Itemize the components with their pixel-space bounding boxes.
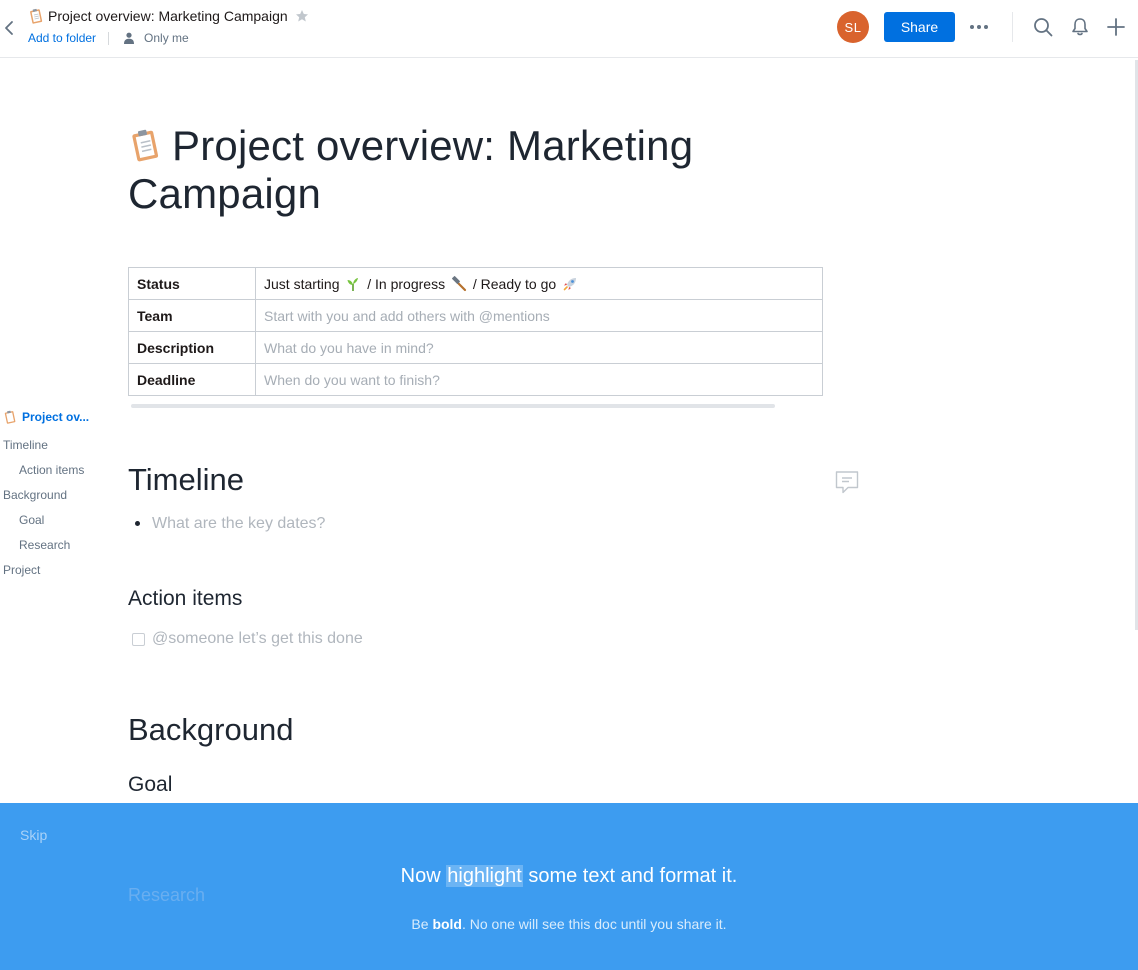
add-to-folder-link[interactable]: Add to folder: [28, 31, 96, 45]
bell-icon[interactable]: [1070, 17, 1090, 37]
table-cell-key[interactable]: Deadline: [128, 363, 256, 396]
message-text: some text and format it.: [528, 865, 738, 887]
page-title[interactable]: Project overview: Marketing Campaign: [128, 122, 828, 218]
search-icon[interactable]: [1033, 17, 1053, 37]
table-cell-key[interactable]: Team: [128, 299, 256, 332]
person-icon: [124, 32, 135, 44]
onboarding-message: Now highlight some text and format it.: [0, 865, 1138, 888]
timeline-heading[interactable]: Timeline: [128, 462, 244, 498]
subtext: Be: [411, 916, 429, 932]
skip-button[interactable]: Skip: [20, 827, 47, 843]
background-heading[interactable]: Background: [128, 712, 293, 748]
bullet: [135, 521, 140, 526]
action-items-heading[interactable]: Action items: [128, 587, 242, 611]
doc-sub-row: Add to folder Only me: [28, 29, 189, 47]
status-option-in-progress: / In progress: [367, 275, 446, 292]
toc-item-action-items[interactable]: Action items: [19, 463, 84, 477]
onboarding-subtext: Be bold. No one will see this doc until …: [0, 916, 1138, 932]
table-scrollbar[interactable]: [131, 404, 775, 408]
clipboard-icon: [132, 129, 159, 162]
toc-item-research[interactable]: Research: [19, 538, 70, 552]
top-bar: Project overview: Marketing Campaign Add…: [0, 0, 1138, 58]
status-option-just-starting: Just starting: [264, 275, 340, 292]
team-cell[interactable]: Start with you and add others with @ment…: [255, 299, 823, 332]
message-text: Now: [400, 865, 441, 887]
clipboard-icon: [30, 8, 43, 24]
doc-title-header[interactable]: Project overview: Marketing Campaign: [48, 8, 288, 24]
clipboard-icon: [4, 410, 16, 424]
message-highlight: highlight: [446, 865, 523, 887]
rocket-icon: [563, 277, 577, 290]
action-item-placeholder[interactable]: @someone let’s get this done: [152, 630, 363, 648]
table-row: Team Start with you and add others with …: [128, 299, 823, 332]
project-meta-table: Status Just starting / In progress / Rea…: [128, 267, 823, 396]
doc-title-row: Project overview: Marketing Campaign: [28, 6, 309, 26]
timeline-placeholder[interactable]: What are the key dates?: [152, 515, 325, 533]
toc-item-label: Project ov...: [22, 410, 90, 424]
plus-icon[interactable]: [1106, 17, 1126, 37]
research-heading: Research: [128, 885, 206, 905]
toc-item-goal[interactable]: Goal: [19, 513, 44, 527]
divider: [108, 31, 110, 45]
divider: [1012, 12, 1013, 42]
avatar[interactable]: SL: [837, 11, 869, 43]
hammer-icon: [452, 275, 467, 291]
status-option-ready-to-go: / Ready to go: [472, 275, 557, 292]
description-cell[interactable]: What do you have in mind?: [255, 331, 823, 364]
sharing-status[interactable]: Only me: [144, 31, 189, 45]
goal-heading[interactable]: Goal: [128, 773, 172, 797]
deadline-cell[interactable]: When do you want to finish?: [255, 363, 823, 396]
toc-item-project-overview[interactable]: Project ov...: [3, 410, 89, 424]
table-row: Deadline When do you want to finish?: [128, 363, 823, 396]
toc-item-background[interactable]: Background: [3, 488, 67, 502]
more-options-icon[interactable]: [968, 18, 990, 36]
onboarding-banner: Research Skip Now highlight some text an…: [0, 803, 1138, 970]
table-cell-key[interactable]: Status: [128, 267, 256, 300]
subtext-bold: bold: [432, 916, 462, 932]
back-arrow-icon[interactable]: [2, 18, 16, 38]
page-title-text: Project overview: Marketing Campaign: [128, 122, 694, 217]
star-icon[interactable]: [295, 9, 309, 23]
subtext: . No one will see this doc until you sha…: [461, 916, 727, 932]
table-row: Status Just starting / In progress / Rea…: [128, 267, 823, 300]
seedling-icon: [347, 277, 359, 291]
table-row: Description What do you have in mind?: [128, 331, 823, 364]
table-cell-key[interactable]: Description: [128, 331, 256, 364]
share-button[interactable]: Share: [884, 12, 955, 42]
toc-item-project[interactable]: Project: [3, 563, 40, 577]
action-item-checkbox[interactable]: [132, 633, 145, 646]
status-cell[interactable]: Just starting / In progress / Ready to g…: [255, 267, 823, 300]
comment-icon[interactable]: [835, 470, 859, 494]
toc-item-timeline[interactable]: Timeline: [3, 438, 48, 452]
